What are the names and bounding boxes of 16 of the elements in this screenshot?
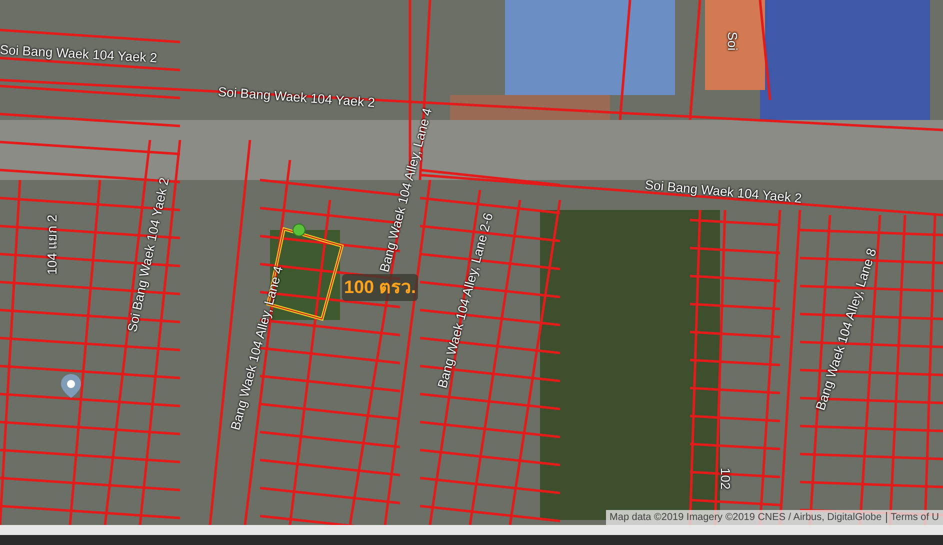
map-pin-icon xyxy=(60,373,82,399)
road-label: 104 แยก 2 xyxy=(43,214,60,275)
road-label: 102 xyxy=(716,468,734,490)
satellite-map-drawing[interactable] xyxy=(0,0,943,525)
road-label: Bang Waek 104 Alley, Lane 8 xyxy=(812,246,880,413)
road-label: Soi Bang Waek 104 Yaek 2 xyxy=(123,176,173,334)
road-label: Soi Bang Waek 104 Yaek 2 xyxy=(217,83,376,112)
road-label: Soi xyxy=(724,32,741,51)
road-label: Soi Bang Waek 104 Yaek 2 xyxy=(644,176,803,208)
road-label: Bang Waek 104 Alley, Lane 4 xyxy=(226,264,287,432)
terms-link[interactable]: Terms of U xyxy=(890,510,939,525)
road-label: Bang Waek 104 Alley, Lane 2-6 xyxy=(434,210,497,390)
plot-area-label: 100 ตรว. xyxy=(342,274,418,301)
road-label: Soi Bang Waek 104 Yaek 2 xyxy=(0,41,158,68)
road-label: Bang Waek 104 Alley, Lane 4 xyxy=(376,106,436,274)
attribution-text: Map data ©2019 Imagery ©2019 CNES / Airbus, DigitalGlobe xyxy=(610,511,882,525)
